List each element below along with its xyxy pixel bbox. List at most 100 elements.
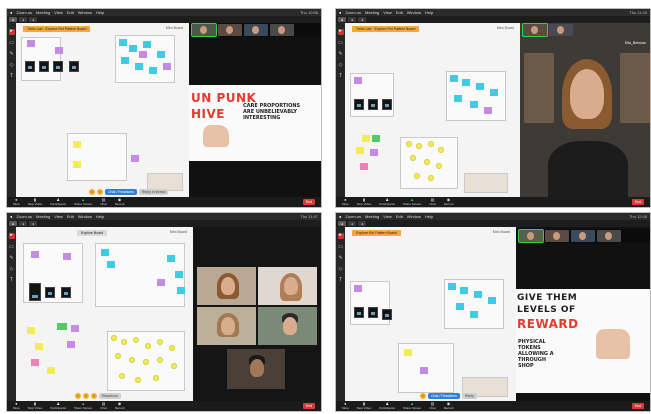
participant-thumbnail[interactable]: [597, 230, 621, 242]
browser-tab[interactable]: ●: [348, 221, 357, 226]
end-meeting-button[interactable]: End: [631, 403, 644, 409]
participant-thumbnail[interactable]: [522, 23, 548, 37]
board-title-tag[interactable]: Explore Board: [77, 230, 108, 236]
participant-tile[interactable]: [258, 267, 317, 305]
menu-item[interactable]: Window: [407, 214, 421, 219]
mute-button[interactable]: ● Mute: [13, 402, 20, 411]
menu-item[interactable]: Zoom.us: [345, 10, 361, 15]
sticky-note[interactable]: [27, 40, 35, 47]
text-icon[interactable]: T: [10, 278, 13, 283]
sticky-note[interactable]: [135, 63, 143, 70]
sticky-note[interactable]: [73, 161, 81, 168]
chat-button[interactable]: ▤ Chat: [100, 198, 106, 207]
emoji-icon[interactable]: ☺: [83, 393, 89, 399]
pen-icon[interactable]: ✎: [9, 256, 13, 261]
participants-button[interactable]: ♟ Participants: [379, 402, 395, 411]
sticky-note-icon[interactable]: ▭: [338, 41, 343, 46]
sticky-note[interactable]: [107, 261, 115, 268]
sticky-note[interactable]: [476, 83, 484, 90]
dot-sticker[interactable]: [171, 363, 177, 369]
sticky-note[interactable]: [456, 303, 464, 310]
participants-button[interactable]: ♟ Participants: [50, 198, 66, 207]
dot-sticker[interactable]: [153, 375, 159, 381]
emoji-icon[interactable]: ☺: [89, 189, 95, 195]
sticky-note[interactable]: [101, 249, 109, 256]
emoji-icon[interactable]: ☺: [97, 189, 103, 195]
sticky-note[interactable]: [460, 287, 468, 294]
dot-sticker[interactable]: [119, 373, 125, 379]
participant-thumbnail[interactable]: [244, 24, 268, 36]
menu-item[interactable]: View: [383, 214, 392, 219]
video-button[interactable]: ▮ Stop Video: [357, 198, 372, 207]
sticky-note[interactable]: [488, 297, 496, 304]
dot-sticker[interactable]: [135, 377, 141, 383]
menu-item[interactable]: Help: [96, 214, 104, 219]
board-title-tag[interactable]: Trello Lab · Explore RoI Pattern Board: [23, 26, 91, 32]
image-card[interactable]: [25, 61, 35, 72]
sticky-note[interactable]: [448, 283, 456, 290]
browser-tab[interactable]: ●: [338, 17, 347, 22]
sticky-note[interactable]: [360, 163, 368, 170]
menu-item[interactable]: Meeting: [365, 10, 379, 15]
browser-tab[interactable]: ●: [29, 221, 38, 226]
sticky-note[interactable]: [163, 63, 171, 70]
sticky-note[interactable]: [57, 323, 67, 330]
miro-board[interactable]: ▸ ▭ ✎ ◇ T Trello Lab · Explore RoI Patte…: [336, 23, 520, 197]
dot-sticker[interactable]: [157, 339, 163, 345]
miro-board[interactable]: ▸ ▭ ✎ ◇ T Explore Board Miro Board ☺ ☺ ☺…: [7, 227, 193, 401]
sticky-note[interactable]: [67, 341, 75, 348]
dot-sticker[interactable]: [143, 359, 149, 365]
share-screen-button[interactable]: ▲ Share Screen: [403, 198, 421, 207]
dot-sticker[interactable]: [416, 143, 422, 149]
menu-item[interactable]: Edit: [67, 214, 74, 219]
dot-sticker[interactable]: [129, 357, 135, 363]
menu-item[interactable]: Zoom.us: [345, 214, 361, 219]
menu-item[interactable]: View: [54, 10, 63, 15]
menu-item[interactable]: Edit: [67, 10, 74, 15]
video-button[interactable]: ▮ Stop Video: [28, 402, 43, 411]
image-card[interactable]: [382, 309, 392, 320]
chat-bubble[interactable]: Reactions: [99, 393, 121, 399]
menu-item[interactable]: Help: [96, 10, 104, 15]
dot-sticker[interactable]: [424, 159, 430, 165]
video-button[interactable]: ▮ Stop Video: [28, 198, 43, 207]
browser-tab[interactable]: ●: [348, 17, 357, 22]
menu-item[interactable]: Edit: [396, 10, 403, 15]
chat-bubble[interactable]: Reply: [461, 393, 477, 399]
participant-tile[interactable]: [258, 307, 317, 345]
sticky-note[interactable]: [73, 141, 81, 148]
sticky-note[interactable]: [462, 79, 470, 86]
sticky-note[interactable]: [372, 135, 380, 142]
cursor-icon[interactable]: ▸: [337, 29, 344, 35]
menu-item[interactable]: View: [54, 214, 63, 219]
menu-item[interactable]: Window: [78, 214, 92, 219]
menu-item[interactable]: Meeting: [365, 214, 379, 219]
sticky-note[interactable]: [31, 359, 39, 366]
sticky-note[interactable]: [157, 51, 165, 58]
sticky-note[interactable]: [450, 75, 458, 82]
dot-sticker[interactable]: [428, 175, 434, 181]
video-button[interactable]: ▮ Stop Video: [357, 402, 372, 411]
apple-icon[interactable]: ●: [10, 214, 12, 219]
image-card[interactable]: [354, 99, 364, 110]
dot-sticker[interactable]: [438, 147, 444, 153]
mute-button[interactable]: ● Mute: [13, 198, 20, 207]
mute-button[interactable]: ● Mute: [342, 402, 349, 411]
sticky-note[interactable]: [362, 135, 370, 142]
dot-sticker[interactable]: [111, 335, 117, 341]
sticky-note[interactable]: [129, 45, 137, 52]
chat-bubble[interactable]: Reply in thread: [138, 189, 169, 195]
end-meeting-button[interactable]: End: [631, 199, 644, 205]
text-icon[interactable]: T: [339, 74, 342, 79]
participant-tile[interactable]: [197, 267, 256, 305]
record-button[interactable]: ◉ Record: [444, 402, 454, 411]
mute-button[interactable]: ● Mute: [342, 198, 349, 207]
dot-sticker[interactable]: [406, 141, 412, 147]
cursor-icon[interactable]: ▸: [337, 233, 344, 239]
miro-board[interactable]: ▸ ▭ ✎ ◇ T Trello Lab · Explore RoI Patte…: [7, 23, 189, 197]
board-zoom[interactable]: Miro Board: [493, 230, 510, 234]
end-meeting-button[interactable]: End: [302, 403, 315, 409]
image-card[interactable]: [368, 99, 378, 110]
sticky-note[interactable]: [35, 343, 43, 350]
participant-thumbnail[interactable]: [549, 24, 573, 36]
